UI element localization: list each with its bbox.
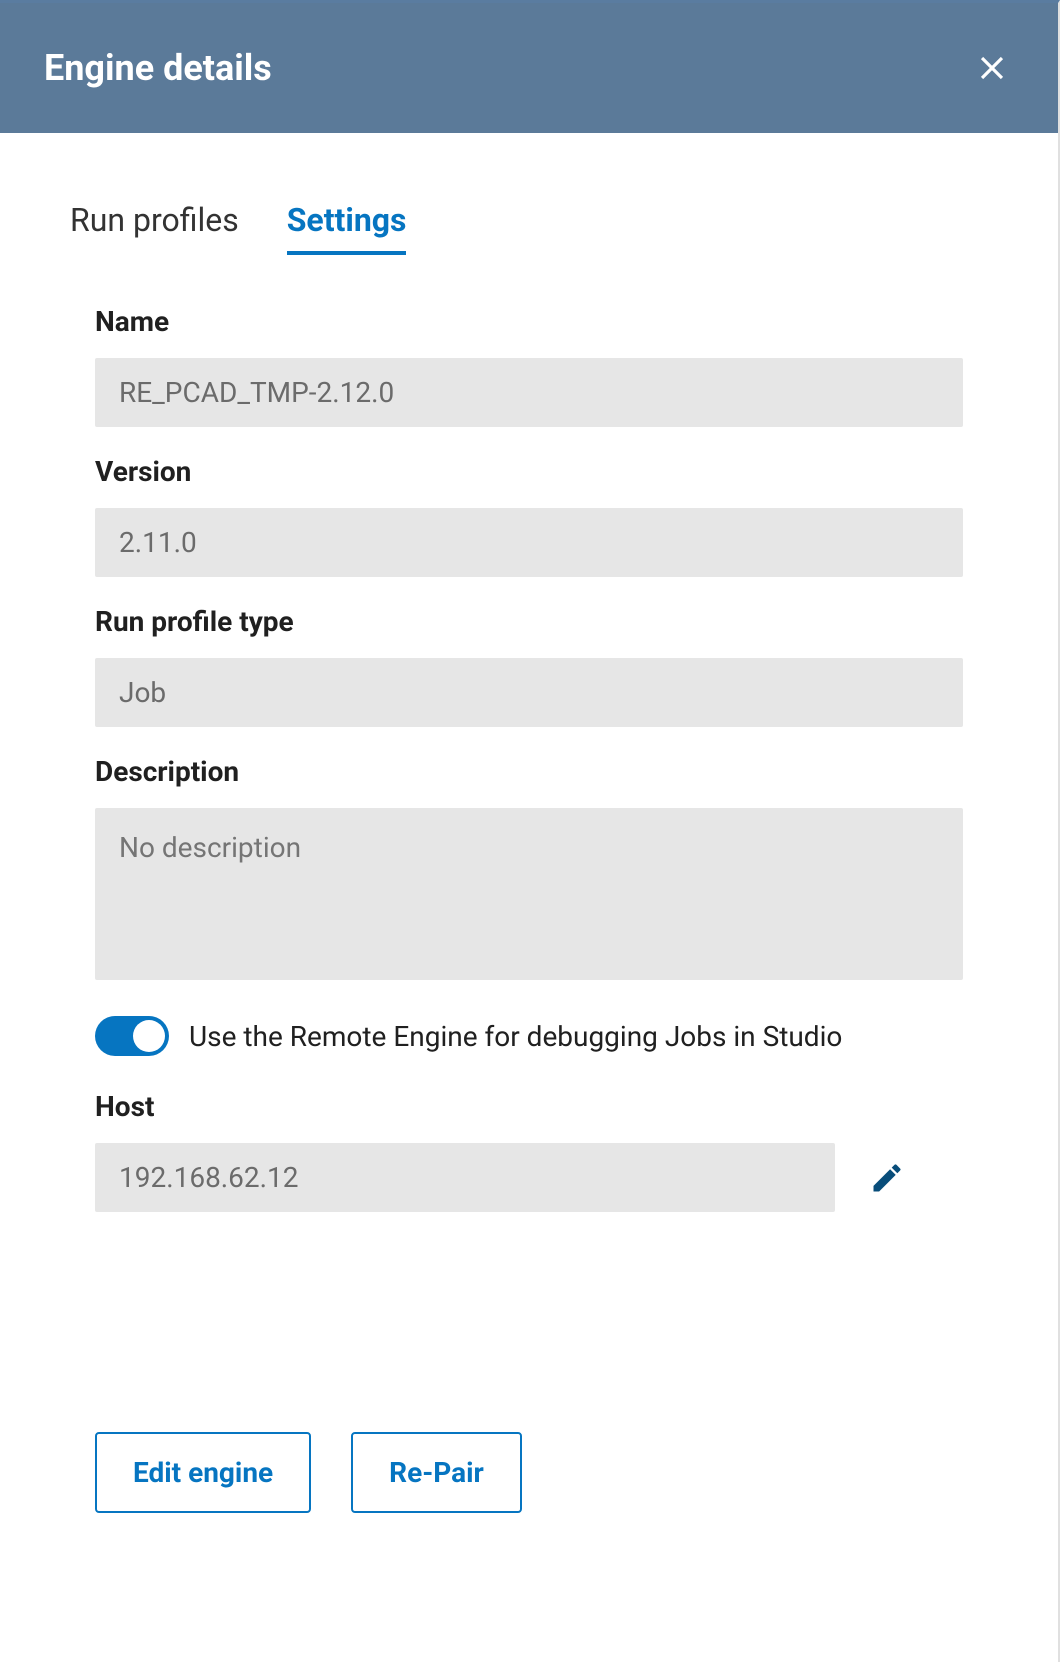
tab-settings[interactable]: Settings [287,201,407,255]
description-field-group: Description [95,755,963,984]
action-buttons: Edit engine Re-Pair [70,1432,988,1513]
settings-form: Name Version Run profile type Descriptio… [70,305,988,1212]
debug-toggle-row: Use the Remote Engine for debugging Jobs… [95,1016,963,1056]
panel-content: Run profiles Settings Name Version Run p… [0,133,1058,1662]
toggle-knob [133,1020,165,1052]
tabs: Run profiles Settings [70,133,988,305]
name-field-group: Name [95,305,963,427]
host-field-group: Host [95,1090,963,1212]
close-icon [973,49,1011,87]
name-label: Name [95,305,963,338]
run-profile-type-field-group: Run profile type [95,605,963,727]
debug-toggle[interactable] [95,1016,169,1056]
re-pair-button[interactable]: Re-Pair [351,1432,522,1513]
close-button[interactable] [970,46,1014,90]
panel-header: Engine details [0,3,1058,133]
engine-details-panel: Engine details Run profiles Settings Nam… [0,0,1060,1662]
version-input[interactable] [95,508,963,577]
tab-run-profiles[interactable]: Run profiles [70,201,239,255]
host-label: Host [95,1090,963,1123]
version-field-group: Version [95,455,963,577]
panel-title: Engine details [44,47,272,89]
host-input[interactable] [95,1143,835,1212]
description-input[interactable] [95,808,963,980]
edit-engine-button[interactable]: Edit engine [95,1432,311,1513]
edit-host-button[interactable] [863,1154,911,1202]
run-profile-type-input[interactable] [95,658,963,727]
pencil-icon [869,1160,905,1196]
version-label: Version [95,455,963,488]
debug-toggle-label: Use the Remote Engine for debugging Jobs… [189,1020,842,1053]
description-label: Description [95,755,963,788]
run-profile-type-label: Run profile type [95,605,963,638]
name-input[interactable] [95,358,963,427]
host-row [95,1143,963,1212]
